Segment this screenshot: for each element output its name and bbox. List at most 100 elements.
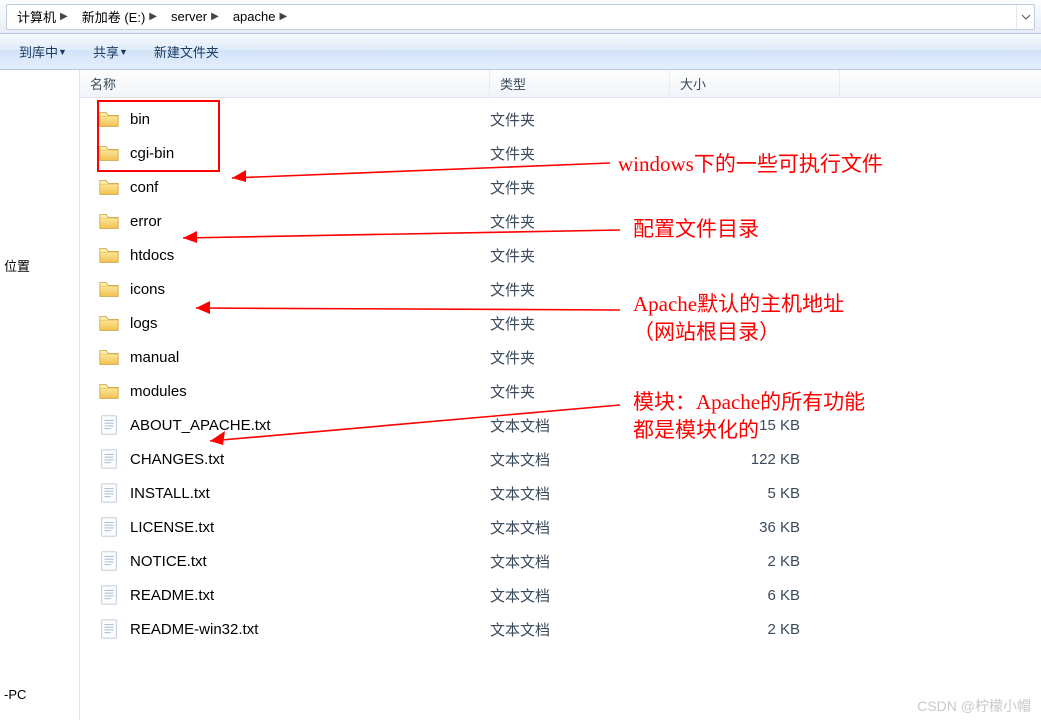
chevron-down-icon: ▼ xyxy=(58,47,67,57)
file-name: icons xyxy=(130,281,165,298)
button-label: 新建文件夹 xyxy=(154,42,219,61)
file-size-cell: 122 KB xyxy=(670,451,840,468)
file-row[interactable]: README.txt文本文档6 KB xyxy=(80,578,1041,612)
nav-item-pc[interactable]: -PC xyxy=(0,681,79,708)
nav-label: -PC xyxy=(4,687,26,702)
file-name-cell: CHANGES.txt xyxy=(80,448,490,470)
file-name-cell: INSTALL.txt xyxy=(80,482,490,504)
file-row[interactable]: README-win32.txt文本文档2 KB xyxy=(80,612,1041,646)
file-row[interactable]: error文件夹 xyxy=(80,204,1041,238)
column-label: 名称 xyxy=(90,74,116,93)
file-name-cell: htdocs xyxy=(80,244,490,266)
file-row[interactable]: icons 文件夹 xyxy=(80,272,1041,306)
file-name: README.txt xyxy=(130,587,214,604)
toolbar: 到库中 ▼ 共享 ▼ 新建文件夹 xyxy=(0,34,1041,70)
file-type-cell: 文本文档 xyxy=(490,585,670,606)
folder-icon xyxy=(98,210,120,232)
file-name-cell: manual xyxy=(80,346,490,368)
nav-label: 位置 xyxy=(4,259,30,274)
file-name-cell: logs xyxy=(80,312,490,334)
file-row[interactable]: modules文件夹 xyxy=(80,374,1041,408)
watermark: CSDN @柠檬小帽 xyxy=(917,696,1031,716)
column-label: 大小 xyxy=(680,74,706,93)
address-dropdown[interactable] xyxy=(1016,5,1034,29)
file-row[interactable]: bin文件夹 xyxy=(80,102,1041,136)
folder-icon xyxy=(98,176,120,198)
file-type-cell: 文本文档 xyxy=(490,517,670,538)
column-header-name[interactable]: 名称 xyxy=(80,70,490,97)
breadcrumb-label: 计算机 xyxy=(17,7,56,26)
new-folder-button[interactable]: 新建文件夹 xyxy=(143,39,230,65)
text-file-icon xyxy=(98,618,120,640)
folder-icon xyxy=(98,244,120,266)
folder-icon xyxy=(98,142,120,164)
breadcrumb[interactable]: 计算机 ▶ 新加卷 (E:) ▶ server ▶ apache ▶ xyxy=(6,4,1035,30)
file-name: INSTALL.txt xyxy=(130,485,210,502)
file-type-cell: 文件夹 xyxy=(490,177,670,198)
file-size-cell: 5 KB xyxy=(670,485,840,502)
breadcrumb-label: apache xyxy=(233,9,276,24)
text-file-icon xyxy=(98,550,120,572)
file-size-cell: 36 KB xyxy=(670,519,840,536)
file-name: error xyxy=(130,213,162,230)
file-row[interactable]: LICENSE.txt 文本文档36 KB xyxy=(80,510,1041,544)
column-header-size[interactable]: 大小 xyxy=(670,70,840,97)
breadcrumb-label: server xyxy=(171,9,207,24)
folder-icon xyxy=(98,278,120,300)
breadcrumb-label: 新加卷 (E:) xyxy=(82,7,146,26)
list-body: bin文件夹cgi-bin文件夹conf文件夹error文件夹htdocs文件夹… xyxy=(80,98,1041,646)
text-file-icon xyxy=(98,448,120,470)
nav-item-places[interactable]: 位置 xyxy=(0,250,79,281)
file-row[interactable]: INSTALL.txt 文本文档5 KB xyxy=(80,476,1041,510)
chevron-right-icon: ▶ xyxy=(275,11,289,22)
folder-icon xyxy=(98,346,120,368)
file-row[interactable]: manual文件夹 xyxy=(80,340,1041,374)
main-area: 位置 -PC 名称 类型 大小 bin文件夹cgi-bin文件夹conf文件夹e… xyxy=(0,70,1041,720)
file-name-cell: error xyxy=(80,210,490,232)
file-size-cell: 2 KB xyxy=(670,553,840,570)
navigation-pane[interactable]: 位置 -PC xyxy=(0,70,80,720)
file-row[interactable]: conf 文件夹 xyxy=(80,170,1041,204)
button-label: 到库中 xyxy=(19,42,58,61)
column-header-type[interactable]: 类型 xyxy=(490,70,670,97)
text-file-icon xyxy=(98,482,120,504)
file-name: htdocs xyxy=(130,247,174,264)
file-row[interactable]: ABOUT_APACHE.txt文本文档15 KB xyxy=(80,408,1041,442)
file-type-cell: 文件夹 xyxy=(490,143,670,164)
folder-icon xyxy=(98,108,120,130)
file-name: LICENSE.txt xyxy=(130,519,214,536)
file-type-cell: 文件夹 xyxy=(490,279,670,300)
address-bar: 计算机 ▶ 新加卷 (E:) ▶ server ▶ apache ▶ xyxy=(0,0,1041,34)
file-name-cell: modules xyxy=(80,380,490,402)
file-row[interactable]: htdocs 文件夹 xyxy=(80,238,1041,272)
file-name: conf xyxy=(130,179,158,196)
file-name-cell: cgi-bin xyxy=(80,142,490,164)
breadcrumb-computer[interactable]: 计算机 ▶ xyxy=(11,5,76,29)
file-name-cell: conf xyxy=(80,176,490,198)
breadcrumb-apache[interactable]: apache ▶ xyxy=(227,5,295,29)
chevron-right-icon: ▶ xyxy=(56,11,70,22)
text-file-icon xyxy=(98,584,120,606)
file-type-cell: 文本文档 xyxy=(490,483,670,504)
file-name: CHANGES.txt xyxy=(130,451,224,468)
share-button[interactable]: 共享 ▼ xyxy=(82,39,139,65)
breadcrumb-server[interactable]: server ▶ xyxy=(165,5,227,29)
file-row[interactable]: NOTICE.txt文本文档2 KB xyxy=(80,544,1041,578)
file-row[interactable]: logs文件夹 xyxy=(80,306,1041,340)
file-type-cell: 文件夹 xyxy=(490,245,670,266)
file-type-cell: 文本文档 xyxy=(490,619,670,640)
chevron-right-icon: ▶ xyxy=(145,11,159,22)
breadcrumb-drive-e[interactable]: 新加卷 (E:) ▶ xyxy=(76,5,165,29)
folder-icon xyxy=(98,380,120,402)
file-type-cell: 文件夹 xyxy=(490,381,670,402)
file-name: manual xyxy=(130,349,179,366)
file-type-cell: 文本文档 xyxy=(490,551,670,572)
file-row[interactable]: cgi-bin文件夹 xyxy=(80,136,1041,170)
file-row[interactable]: CHANGES.txt 文本文档122 KB xyxy=(80,442,1041,476)
file-name: README-win32.txt xyxy=(130,621,258,638)
include-in-library-button[interactable]: 到库中 ▼ xyxy=(8,39,78,65)
file-name-cell: NOTICE.txt xyxy=(80,550,490,572)
file-type-cell: 文本文档 xyxy=(490,449,670,470)
file-list: 名称 类型 大小 bin文件夹cgi-bin文件夹conf文件夹error文件夹… xyxy=(80,70,1041,720)
file-name: ABOUT_APACHE.txt xyxy=(130,417,271,434)
